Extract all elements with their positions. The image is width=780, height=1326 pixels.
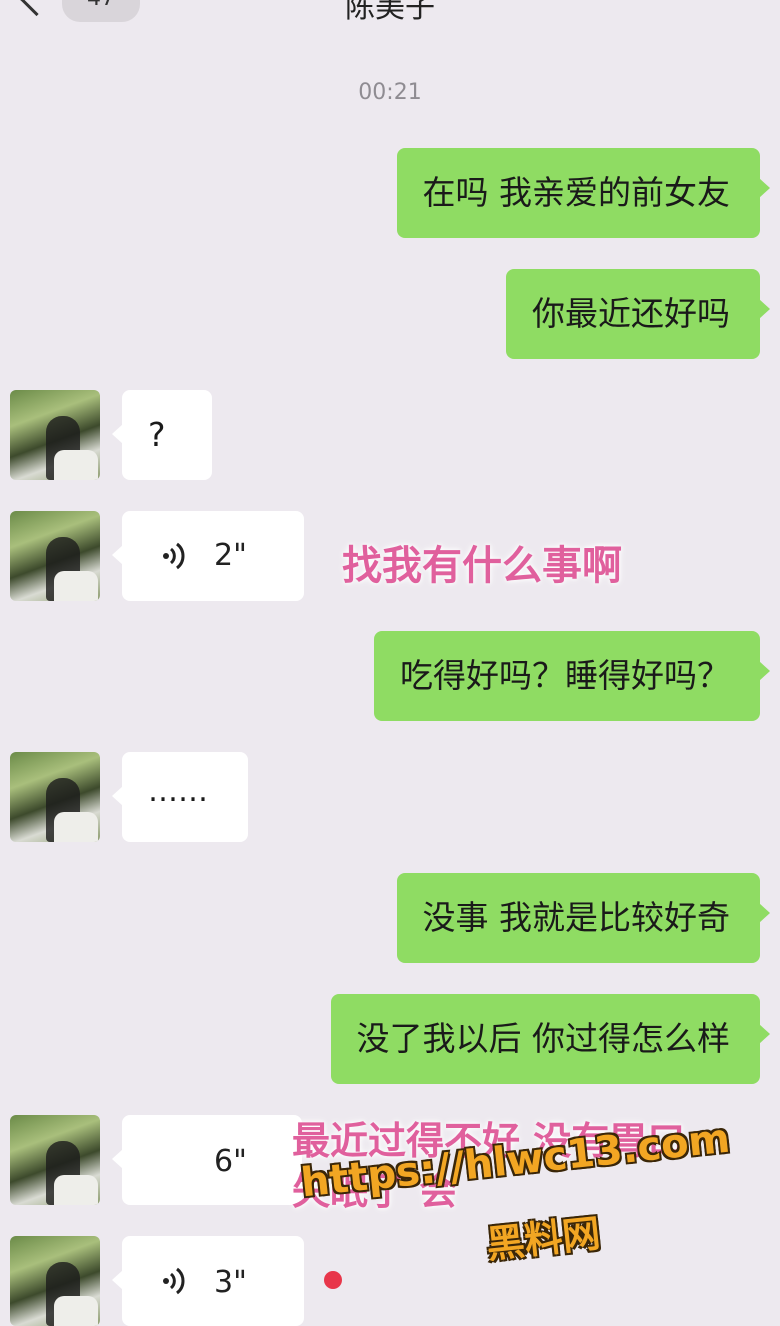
voice-wave-icon: [163, 542, 185, 570]
contact-avatar[interactable]: [10, 1236, 100, 1326]
contact-avatar[interactable]: [10, 1115, 100, 1205]
message-text: 没事 我就是比较好奇: [422, 898, 731, 937]
contact-avatar[interactable]: [10, 390, 100, 480]
outgoing-message-bubble[interactable]: 没事 我就是比较好奇: [396, 873, 770, 963]
outgoing-message-bubble[interactable]: 吃得好吗？睡得好吗？: [374, 631, 770, 721]
voice-duration: 2": [214, 538, 247, 573]
contact-avatar[interactable]: [10, 752, 100, 842]
incoming-voice-message[interactable]: 6": [112, 1115, 302, 1205]
message-text: 没了我以后 你过得怎么样: [356, 1019, 731, 1058]
chat-header: 47 陈美子: [0, 0, 780, 40]
message-text: ?: [148, 415, 166, 454]
contact-avatar[interactable]: [10, 511, 100, 601]
voice-duration: 6": [214, 1144, 247, 1179]
message-timestamp: 00:21: [358, 80, 422, 105]
outgoing-message-bubble[interactable]: 你最近还好吗: [506, 269, 770, 359]
voice-wave-icon: [163, 1267, 185, 1295]
incoming-message-bubble[interactable]: ?: [112, 390, 212, 480]
chat-title: 陈美子: [345, 0, 435, 25]
watermark-logo: 黑料网: [484, 1211, 603, 1267]
incoming-voice-message[interactable]: 2": [112, 511, 304, 601]
outgoing-message-bubble[interactable]: 没了我以后 你过得怎么样: [330, 994, 770, 1084]
incoming-voice-message[interactable]: 3": [112, 1236, 304, 1326]
voice-transcript-caption: 找我有什么事啊: [342, 543, 622, 589]
outgoing-message-bubble[interactable]: 在吗 我亲爱的前女友: [396, 148, 770, 238]
message-text: 在吗 我亲爱的前女友: [422, 173, 731, 212]
message-text: 吃得好吗？睡得好吗？: [400, 656, 730, 695]
incoming-message-bubble[interactable]: ……: [112, 752, 248, 842]
message-text: 你最近还好吗: [532, 294, 730, 333]
voice-duration: 3": [214, 1265, 247, 1300]
unread-voice-dot: [324, 1271, 342, 1289]
message-text: ……: [148, 774, 208, 809]
